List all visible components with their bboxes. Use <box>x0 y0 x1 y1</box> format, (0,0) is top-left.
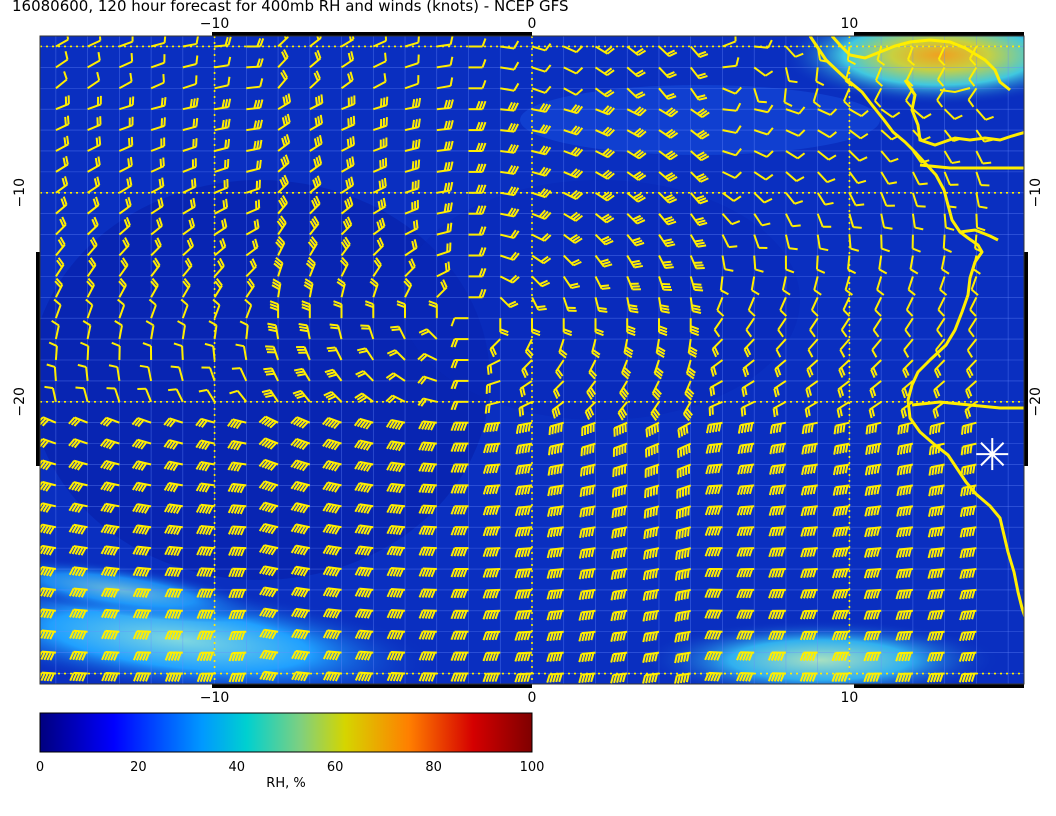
colorbar-tick-label: 20 <box>130 760 147 775</box>
colorbar-tick-label: 0 <box>35 760 45 775</box>
colorbar <box>39 712 533 753</box>
y-tick-label: −20 <box>12 387 28 417</box>
colorbar-tick-label: 80 <box>425 760 442 775</box>
forecast-map: −10 −10 0 0 10 10 −10 −10 −20 −20 <box>12 16 1044 753</box>
y-tick-label: −20 <box>1028 387 1044 417</box>
asterisk-marker-icon <box>976 438 1009 471</box>
y-tick-label: −10 <box>12 178 28 208</box>
colorbar-tick-label: 60 <box>326 760 344 775</box>
x-tick-label: 0 <box>528 16 537 32</box>
x-tick-label: 0 <box>528 690 537 706</box>
x-tick-label: −10 <box>200 16 230 32</box>
colorbar-tick-label: 40 <box>228 760 246 775</box>
x-tick-label: 10 <box>841 690 859 706</box>
x-tick-label: 10 <box>841 16 859 32</box>
y-tick-label: −10 <box>1028 178 1044 208</box>
colorbar-title: RH, % <box>266 776 306 791</box>
x-tick-label: −10 <box>200 690 230 706</box>
colorbar-tick-label: 100 <box>519 760 545 775</box>
